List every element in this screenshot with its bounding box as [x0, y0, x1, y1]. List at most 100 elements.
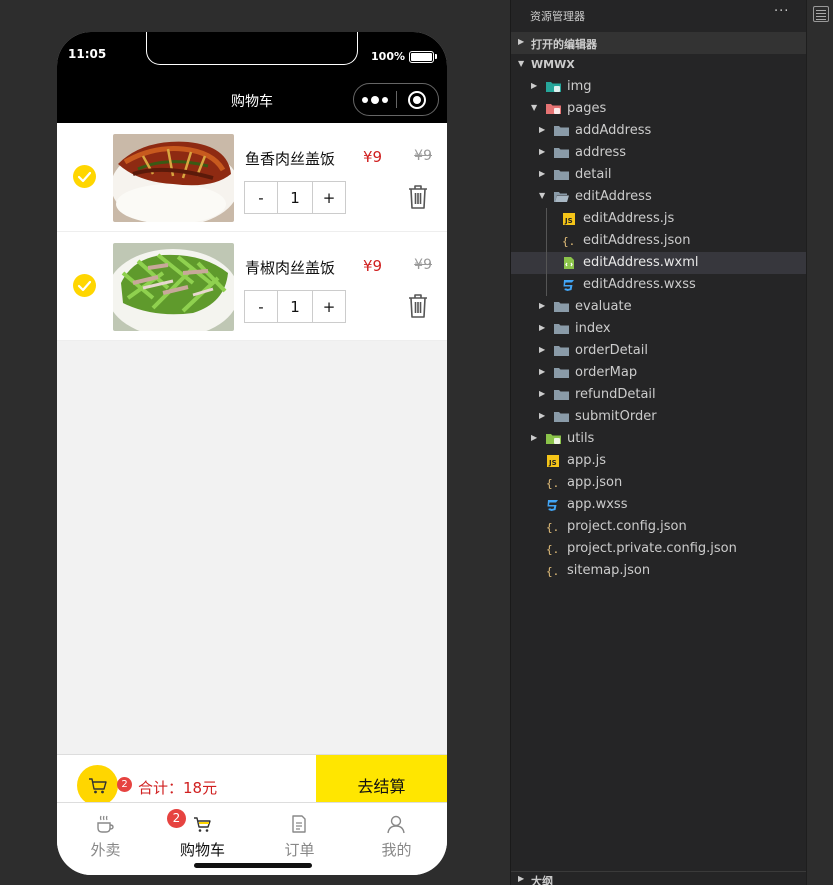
tree-item-project-private-config-json[interactable]: {..} project.private.config.json: [511, 538, 807, 560]
explorer-panel: 资源管理器 ··· ▶ 打开的编辑器 ▼ WMWX ▶ img ▼ pages ▶ add…: [510, 0, 807, 885]
section-label: 打开的编辑器: [531, 38, 597, 51]
folder-icon: [554, 124, 569, 138]
tree-item-orderdetail[interactable]: ▶ orderDetail: [511, 340, 807, 362]
quantity-value[interactable]: 1: [277, 291, 313, 322]
wxml-file-icon: [562, 256, 577, 270]
tree-item-app-js[interactable]: JS app.js: [511, 450, 807, 472]
chevron-right-icon[interactable]: ▶: [531, 433, 537, 442]
item-original-price: ¥9: [414, 257, 432, 273]
tree-item-label: pages: [567, 101, 607, 116]
outline-toggle-icon[interactable]: [813, 6, 829, 22]
tree-item-sitemap-json[interactable]: {..} sitemap.json: [511, 560, 807, 582]
chevron-right-icon[interactable]: ▶: [539, 147, 545, 156]
tree-item-label: project.private.config.json: [567, 541, 737, 556]
decrease-button[interactable]: -: [245, 291, 277, 322]
wxss-file-icon: [546, 498, 561, 512]
tab-label: 我的: [381, 841, 412, 859]
tree-item-addaddress[interactable]: ▶ addAddress: [511, 120, 807, 142]
tree-item-app-json[interactable]: {..} app.json: [511, 472, 807, 494]
tab-label: 订单: [284, 841, 315, 859]
chevron-right-icon: ▶: [518, 874, 525, 883]
tree-item-pages[interactable]: ▼ pages: [511, 98, 807, 120]
quantity-stepper: - 1 +: [244, 290, 346, 323]
tree-item-index[interactable]: ▶ index: [511, 318, 807, 340]
chevron-down-icon[interactable]: ▼: [539, 191, 545, 200]
tree-item-address[interactable]: ▶ address: [511, 142, 807, 164]
dot-icon: [382, 96, 388, 103]
json-file-icon: {..}: [546, 476, 573, 490]
chevron-right-icon[interactable]: ▶: [539, 301, 545, 310]
folder-icon: [554, 322, 569, 336]
tree-item-editaddress-wxml[interactable]: editAddress.wxml: [511, 252, 807, 274]
tree-item-editaddress[interactable]: ▼ editAddress: [511, 186, 807, 208]
status-bar: 11:05 100%: [57, 32, 447, 78]
tree-item-label: sitemap.json: [567, 563, 651, 578]
cart-list: 鱼香肉丝盖饭 ¥9 ¥9 - 1 + 青椒肉丝盖饭 ¥9 ¥9 - 1 +: [57, 123, 447, 341]
phone-notch: [146, 32, 358, 65]
js-file-icon: JS: [546, 454, 561, 468]
tree-item-label: app.js: [567, 453, 606, 468]
item-select-checkbox[interactable]: [73, 165, 96, 188]
chevron-down-icon[interactable]: ▼: [531, 103, 537, 112]
decrease-button[interactable]: -: [245, 182, 277, 213]
folder-icon: [554, 344, 569, 358]
increase-button[interactable]: +: [313, 182, 345, 213]
food-image[interactable]: [113, 243, 234, 331]
tree-item-app-wxss[interactable]: app.wxss: [511, 494, 807, 516]
tree-item-label: editAddress.wxss: [583, 277, 696, 292]
tree-item-refunddetail[interactable]: ▶ refundDetail: [511, 384, 807, 406]
phone-frame: 11:05 100% 购物车 鱼香肉丝盖饭 ¥9 ¥9 - 1 + 青椒肉丝盖饭…: [57, 32, 447, 875]
tree-item-editaddress-js[interactable]: JS editAddress.js: [511, 208, 807, 230]
cart-icon: [89, 778, 107, 794]
tree-item-img[interactable]: ▶ img: [511, 76, 807, 98]
more-actions-icon[interactable]: ···: [774, 4, 789, 19]
chevron-right-icon[interactable]: ▶: [539, 125, 545, 134]
tree-item-utils[interactable]: ▶ utils: [511, 428, 807, 450]
project-section[interactable]: ▼ WMWX: [511, 54, 807, 76]
cart-item: 鱼香肉丝盖饭 ¥9 ¥9 - 1 +: [57, 123, 447, 232]
chevron-right-icon[interactable]: ▶: [539, 389, 545, 398]
svg-text:JS: JS: [564, 217, 573, 225]
tree-item-project-config-json[interactable]: {..} project.config.json: [511, 516, 807, 538]
checkout-button[interactable]: 去结算: [316, 755, 447, 803]
chevron-right-icon[interactable]: ▶: [539, 367, 545, 376]
status-time: 11:05: [68, 47, 107, 61]
item-price: ¥9: [363, 257, 383, 275]
trash-icon[interactable]: [407, 293, 429, 319]
quantity-value[interactable]: 1: [277, 182, 313, 213]
outline-section[interactable]: ▶ 大纲: [511, 871, 807, 885]
tree-item-editaddress-json[interactable]: {..} editAddress.json: [511, 230, 807, 252]
chevron-right-icon[interactable]: ▶: [531, 81, 537, 90]
tree-item-label: detail: [575, 167, 612, 182]
tab-waimai[interactable]: 外卖: [57, 803, 154, 863]
tree-item-detail[interactable]: ▶ detail: [511, 164, 807, 186]
chevron-right-icon[interactable]: ▶: [539, 411, 545, 420]
chevron-right-icon[interactable]: ▶: [539, 323, 545, 332]
tree-item-evaluate[interactable]: ▶ evaluate: [511, 296, 807, 318]
tree-item-ordermap[interactable]: ▶ orderMap: [511, 362, 807, 384]
increase-button[interactable]: +: [313, 291, 345, 322]
home-indicator[interactable]: [194, 863, 312, 868]
tab-mine[interactable]: 我的: [348, 803, 445, 863]
chevron-right-icon[interactable]: ▶: [539, 169, 545, 178]
simulator-area: 11:05 100% 购物车 鱼香肉丝盖饭 ¥9 ¥9 - 1 + 青椒肉丝盖饭…: [0, 0, 510, 885]
more-menu-button[interactable]: [354, 95, 396, 104]
tree-item-editaddress-wxss[interactable]: editAddress.wxss: [511, 274, 807, 296]
food-image[interactable]: [113, 134, 234, 222]
chevron-right-icon[interactable]: ▶: [539, 345, 545, 354]
json-file-icon: {..}: [546, 542, 573, 556]
cart-icon: [194, 817, 211, 832]
svg-text:{..}: {..}: [546, 521, 561, 534]
tab-label: 购物车: [179, 841, 225, 859]
target-icon: [408, 90, 427, 109]
tab-orders[interactable]: 订单: [251, 803, 348, 863]
item-select-checkbox[interactable]: [73, 274, 96, 297]
open-editors-section[interactable]: ▶ 打开的编辑器: [511, 32, 807, 54]
chevron-down-icon: ▼: [518, 59, 525, 68]
tree-item-submitorder[interactable]: ▶ submitOrder: [511, 406, 807, 428]
cart-summary-button[interactable]: 2: [77, 765, 132, 806]
trash-icon[interactable]: [407, 184, 429, 210]
close-miniprogram-button[interactable]: [397, 90, 438, 109]
wxss-file-icon: [562, 278, 577, 292]
tree-item-label: editAddress.js: [583, 211, 675, 226]
